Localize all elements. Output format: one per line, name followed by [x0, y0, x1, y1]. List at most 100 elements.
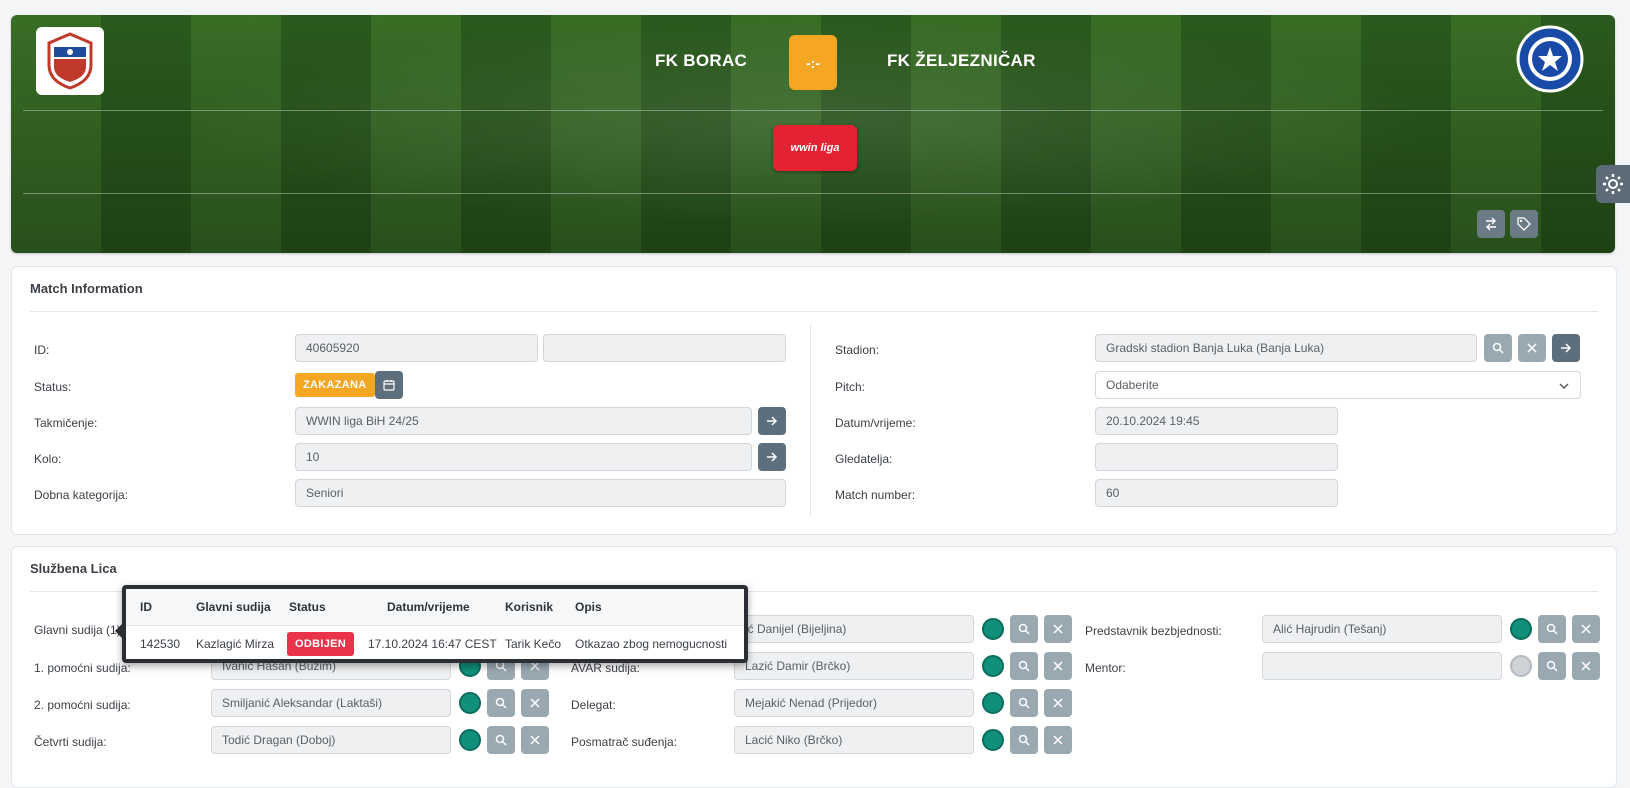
search-icon [1018, 734, 1030, 746]
status-indicator [982, 655, 1004, 677]
away-team-crest [1516, 25, 1584, 93]
datetime-field[interactable]: 20.10.2024 19:45 [1095, 407, 1338, 435]
status-indicator [1510, 655, 1532, 677]
clear-button[interactable] [1044, 689, 1072, 717]
league-logo: wwin liga [773, 125, 857, 171]
close-icon [1053, 624, 1063, 634]
stadium-label: Stadion: [835, 343, 880, 357]
column-header-user: Korisnik [505, 600, 554, 614]
clear-button[interactable] [1044, 726, 1072, 754]
status-indicator [1510, 618, 1532, 640]
status-indicator [982, 729, 1004, 751]
id-field[interactable]: 40605920 [295, 334, 538, 362]
age-category-field[interactable]: Seniori [295, 479, 786, 507]
observer-field[interactable]: Lacić Niko (Brčko) [734, 726, 974, 754]
security-rep-field[interactable]: Alić Hajrudin (Tešanj) [1262, 615, 1502, 643]
column-header-id: ID [140, 600, 152, 614]
assistant-referee-2-label: 2. pomoćni sudija: [34, 698, 131, 712]
assistant-referee-2-field[interactable]: Smiljanić Aleksandar (Laktaši) [211, 689, 451, 717]
clear-button[interactable] [1572, 652, 1600, 680]
score-box: -:- [789, 35, 837, 90]
borac-logo-icon [47, 32, 93, 90]
search-button[interactable] [1010, 615, 1038, 643]
spectators-field[interactable] [1095, 443, 1338, 471]
close-icon [1527, 343, 1537, 353]
observer-label: Posmatrač suđenja: [571, 735, 678, 749]
round-field[interactable]: 10 [295, 443, 752, 471]
clear-button[interactable] [1044, 615, 1072, 643]
var-referee-field[interactable]: ić Danijel (Bijeljina) [734, 615, 974, 643]
clear-button[interactable] [521, 689, 549, 717]
search-button[interactable] [487, 726, 515, 754]
search-button[interactable] [1010, 689, 1038, 717]
clear-button[interactable] [521, 726, 549, 754]
stadium-field[interactable]: Gradski stadion Banja Luka (Banja Luka) [1095, 334, 1477, 362]
match-number-field[interactable]: 60 [1095, 479, 1338, 507]
stadium-search-button[interactable] [1484, 334, 1512, 362]
column-divider [810, 325, 811, 517]
competition-open-button[interactable] [758, 407, 786, 435]
officials-card: Službena Lica Glavni sudija (1): 1. pomo… [11, 546, 1617, 788]
search-icon [495, 734, 507, 746]
stadium-clear-button[interactable] [1518, 334, 1546, 362]
search-button[interactable] [1010, 652, 1038, 680]
row-user: Tarik Kečo [505, 637, 562, 651]
pitch-select-value: Odaberite [1106, 378, 1159, 392]
match-information-card: Match Information ID: 40605920 Status: Z… [11, 266, 1617, 535]
status-indicator [459, 692, 481, 714]
search-icon [1492, 342, 1504, 354]
home-team-crest [36, 27, 104, 95]
row-referee: Kazlagić Mirza [196, 637, 275, 651]
clear-button[interactable] [1044, 652, 1072, 680]
close-icon [1053, 661, 1063, 671]
search-button[interactable] [1010, 726, 1038, 754]
delegate-field[interactable]: Mejakić Nenad (Prijedor) [734, 689, 974, 717]
away-team-name: FK ŽELJEZNIČAR [887, 51, 1036, 70]
swap-icon [1486, 217, 1496, 231]
age-category-label: Dobna kategorija: [34, 488, 129, 502]
pitch-select[interactable]: Odaberite [1095, 371, 1581, 399]
calendar-icon [383, 380, 395, 391]
row-id: 142530 [140, 637, 181, 651]
search-button[interactable] [1538, 652, 1566, 680]
round-open-button[interactable] [758, 443, 786, 471]
search-button[interactable] [487, 689, 515, 717]
round-label: Kolo: [34, 452, 62, 466]
mentor-field[interactable] [1262, 652, 1502, 680]
swap-teams-button[interactable] [1477, 210, 1505, 238]
security-rep-label: Predstavnik bezbjednosti: [1085, 624, 1222, 638]
status-label: Status: [34, 380, 72, 394]
id-label: ID: [34, 343, 50, 357]
home-team-name: FK BORAC [655, 51, 748, 70]
status-indicator [982, 618, 1004, 640]
match-number-label: Match number: [835, 488, 916, 502]
delegate-label: Delegat: [571, 698, 616, 712]
status-indicator [459, 729, 481, 751]
referee-history-popover: ID Glavni sudija Status Datum/vrijeme Ko… [115, 585, 748, 663]
pitch-line [23, 110, 1603, 111]
fourth-referee-field[interactable]: Todić Dragan (Doboj) [211, 726, 451, 754]
assistant-referee-1-label: 1. pomoćni sudija: [34, 661, 131, 675]
arrow-right-icon [767, 416, 778, 426]
clear-button[interactable] [1572, 615, 1600, 643]
zeljeznicar-logo-icon [1516, 25, 1584, 93]
pitch-line [23, 193, 1603, 194]
avar-referee-field[interactable]: Lazić Damir (Brčko) [734, 652, 974, 680]
divider [30, 311, 1598, 312]
tag-button[interactable] [1510, 210, 1538, 238]
match-header: FK BORAC -:- FK ŽELJEZNIČAR wwin liga [11, 15, 1615, 253]
stadium-open-button[interactable] [1552, 334, 1580, 362]
competition-field[interactable]: WWIN liga BiH 24/25 [295, 407, 752, 435]
close-icon [1053, 698, 1063, 708]
schedule-button[interactable] [375, 371, 403, 399]
main-referee-label: Glavni sudija (1): [34, 623, 125, 637]
search-button[interactable] [1538, 615, 1566, 643]
id-extra-field[interactable] [543, 334, 786, 362]
pitch-label: Pitch: [835, 380, 866, 394]
settings-tab[interactable] [1596, 165, 1630, 203]
column-header-referee: Glavni sudija [196, 600, 271, 614]
competition-label: Takmičenje: [34, 416, 98, 430]
row-datetime: 17.10.2024 16:47 CEST [368, 637, 497, 651]
search-icon [1018, 660, 1030, 672]
search-icon [1546, 660, 1558, 672]
